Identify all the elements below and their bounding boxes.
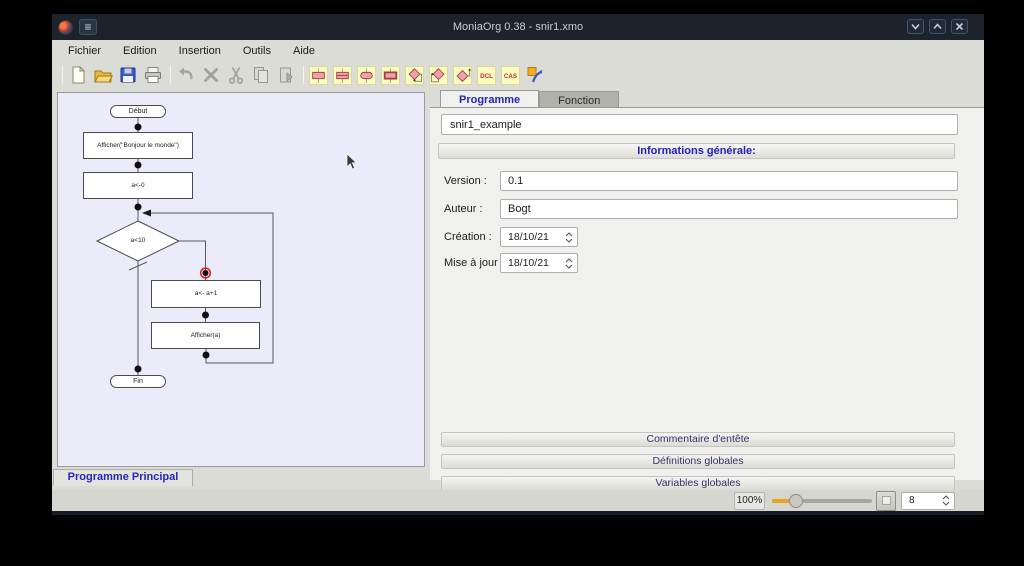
mise-a-jour-label: Mise à jour : xyxy=(444,257,504,269)
creation-label: Création : xyxy=(444,231,492,243)
insert-assignment-icon[interactable] xyxy=(309,66,328,85)
menu-outils[interactable]: Outils xyxy=(232,45,282,57)
maximize-button[interactable] xyxy=(929,19,946,34)
open-file-icon[interactable] xyxy=(93,65,113,85)
auteur-input[interactable] xyxy=(500,199,958,219)
loop-arrowhead xyxy=(142,210,151,217)
size-value: 8 xyxy=(909,495,915,506)
tab-programme-principal[interactable]: Programme Principal xyxy=(53,469,193,486)
save-icon[interactable] xyxy=(118,65,138,85)
panel-tabs: Programme Fonction xyxy=(440,90,619,108)
copy-icon xyxy=(251,65,271,85)
print-icon[interactable] xyxy=(143,65,163,85)
spin-up-icon[interactable] xyxy=(565,232,573,237)
menu-fichier[interactable]: Fichier xyxy=(57,45,112,57)
display-hello-node[interactable]: Afficher("Bonjour le monde") xyxy=(83,132,193,159)
declaration-glyph: DCL xyxy=(480,73,493,80)
cut-icon xyxy=(226,65,246,85)
flowchart-canvas[interactable]: Début Afficher("Bonjour le monde") a<-0 … xyxy=(57,92,425,467)
toolbar-separator xyxy=(170,66,171,84)
programme-panel: Informations générale: Version : Auteur … xyxy=(430,107,984,480)
connector-dot[interactable] xyxy=(202,312,209,319)
mouse-cursor xyxy=(346,153,358,171)
chevron-up-icon xyxy=(932,22,943,31)
spin-down-icon[interactable] xyxy=(942,501,950,506)
grid-square-icon xyxy=(882,496,891,505)
auteur-label: Auteur : xyxy=(444,203,483,215)
selected-connector-dot[interactable] xyxy=(203,270,209,276)
end-node[interactable]: Fin xyxy=(110,375,166,388)
insert-condition-icon[interactable] xyxy=(453,66,472,85)
size-spinner[interactable]: 8 xyxy=(901,492,955,510)
insert-io-icon[interactable] xyxy=(357,66,376,85)
increment-node[interactable]: a<- a+1 xyxy=(151,280,261,308)
toolbar-separator xyxy=(303,66,304,84)
paste-icon xyxy=(276,65,296,85)
close-button[interactable] xyxy=(951,19,968,34)
insert-declaration-icon[interactable]: DCL xyxy=(477,66,496,85)
version-input[interactable] xyxy=(500,171,958,191)
spin-up-icon[interactable] xyxy=(565,258,573,263)
creation-date-value: 18/10/21 xyxy=(508,231,549,243)
spin-up-icon[interactable] xyxy=(942,495,950,500)
slider-handle[interactable] xyxy=(789,494,803,508)
spin-down-icon[interactable] xyxy=(565,264,573,269)
minimize-button[interactable] xyxy=(907,19,924,34)
display-a-node[interactable]: Afficher(a) xyxy=(151,322,260,349)
update-date-spinner[interactable]: 18/10/21 xyxy=(500,253,578,273)
case-glyph: CAS xyxy=(504,73,517,80)
insert-instruction-icon[interactable] xyxy=(333,66,352,85)
start-node[interactable]: Début xyxy=(110,105,166,118)
spin-down-icon[interactable] xyxy=(565,238,573,243)
moniaorg-window: ≡ MoniaOrg 0.38 - snir1.xmo Fich xyxy=(52,14,984,515)
titlebar[interactable]: ≡ MoniaOrg 0.38 - snir1.xmo xyxy=(52,14,984,40)
variables-globales-button[interactable]: Variables globales xyxy=(441,476,955,491)
zoom-slider[interactable] xyxy=(772,494,872,508)
new-document-icon[interactable] xyxy=(68,65,88,85)
connector-dot[interactable] xyxy=(203,352,210,359)
init-node[interactable]: a<-0 xyxy=(83,172,193,199)
connector-dot[interactable] xyxy=(135,366,142,373)
creation-date-spinner[interactable]: 18/10/21 xyxy=(500,227,578,247)
update-date-value: 18/10/21 xyxy=(508,257,549,269)
menubar: Fichier Edition Insertion Outils Aide xyxy=(52,40,984,62)
condition-label: a<10 xyxy=(113,236,163,246)
toolbar-handle xyxy=(62,66,63,84)
informations-generale-header[interactable]: Informations générale: xyxy=(438,143,955,159)
toolbar: DCL CAS xyxy=(52,62,984,88)
menu-aide[interactable]: Aide xyxy=(282,45,326,57)
version-label: Version : xyxy=(444,175,487,187)
delete-icon xyxy=(201,65,221,85)
chevron-down-icon xyxy=(910,22,921,31)
undo-icon xyxy=(176,65,196,85)
program-name-input[interactable] xyxy=(441,114,958,135)
connector-dot[interactable] xyxy=(135,162,142,169)
desktop: ≡ MoniaOrg 0.38 - snir1.xmo Fich xyxy=(0,0,1024,566)
commentaire-entete-button[interactable]: Commentaire d'entête xyxy=(441,432,955,447)
statusbar: 100% 8 xyxy=(52,490,984,511)
connector-dot[interactable] xyxy=(135,204,142,211)
edit-variables-icon[interactable] xyxy=(525,65,545,85)
insert-function-call-icon[interactable] xyxy=(381,66,400,85)
definitions-globales-button[interactable]: Définitions globales xyxy=(441,454,955,469)
zoom-percent-label: 100% xyxy=(734,492,765,510)
tab-programme[interactable]: Programme xyxy=(440,90,539,108)
tab-fonction[interactable]: Fonction xyxy=(539,91,619,108)
menu-insertion[interactable]: Insertion xyxy=(168,45,232,57)
insert-case-icon[interactable]: CAS xyxy=(501,66,520,85)
insert-repeat-loop-icon[interactable] xyxy=(429,66,448,85)
grid-toggle-button[interactable] xyxy=(876,491,896,511)
connector-dot[interactable] xyxy=(135,124,142,131)
window-title: MoniaOrg 0.38 - snir1.xmo xyxy=(52,21,984,33)
close-icon xyxy=(955,22,964,31)
menu-edition[interactable]: Edition xyxy=(112,45,168,57)
insert-while-loop-icon[interactable] xyxy=(405,66,424,85)
